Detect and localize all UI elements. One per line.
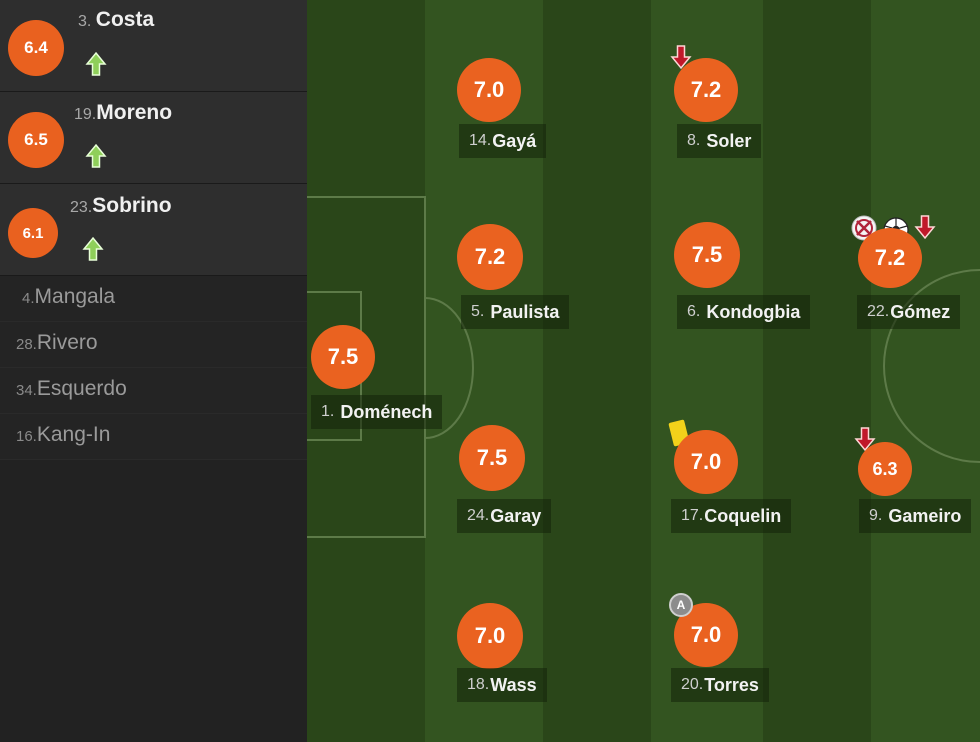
player-name-label: 24. Garay [457, 499, 552, 533]
player-name-label: 22. Gómez [857, 295, 961, 329]
pitch-markings [307, 196, 980, 538]
player-name-label: 8. Soler [677, 124, 762, 158]
player-label: 19.Moreno [74, 101, 172, 125]
player-name: Torres [704, 674, 759, 695]
player-name-label: 17. Coquelin [671, 499, 792, 533]
player-label: 3. Costa [78, 8, 154, 32]
rating-badge: 6.5 [8, 112, 64, 168]
player-name: Kondogbia [706, 301, 801, 322]
substitutes-panel: 6.4 3. Costa 6.5 19.Moreno 6.1 23.Sobrin… [0, 0, 307, 742]
player-name: Doménech [340, 401, 433, 422]
shirt-number: 14. [469, 132, 492, 149]
shirt-number: 9. [869, 507, 883, 524]
bench-row[interactable]: 16.Kang-In [0, 414, 307, 460]
rating-badge: 6.1 [8, 208, 58, 258]
player-name: Sobrino [92, 194, 172, 217]
substitute-row[interactable]: 6.1 23.Sobrino [0, 184, 307, 276]
player-name: Mangala [34, 285, 116, 308]
rating-badge: 7.0 [457, 603, 523, 669]
shirt-number: 1. [321, 403, 335, 420]
shirt-number: 20. [681, 676, 704, 693]
player-name: Moreno [96, 101, 173, 124]
pitch: 7.5 1. Doménech 7.0 14. Gayá 7.2 5. Pauli… [307, 0, 980, 742]
bench-row[interactable]: 34.Esquerdo [0, 368, 307, 414]
player-name: Gameiro [888, 505, 962, 526]
substitute-row[interactable]: 6.4 3. Costa [0, 0, 307, 92]
rating-badge: 7.5 [674, 222, 740, 288]
shirt-number: 16. [16, 428, 37, 445]
shirt-number: 22. [867, 303, 890, 320]
bench-row[interactable]: 4.Mangala [0, 276, 307, 322]
player-name: Rivero [36, 331, 98, 354]
player-name-label: 1. Doménech [311, 395, 443, 429]
shirt-number: 8. [687, 132, 701, 149]
substitute-row[interactable]: 6.5 19.Moreno [0, 92, 307, 184]
sub-out-arrow-icon [914, 215, 936, 240]
player-name-label: 20. Torres [671, 668, 769, 702]
shirt-number: 19. [74, 106, 97, 123]
shirt-number: 28. [16, 336, 37, 353]
player-name: Gómez [890, 301, 951, 322]
shirt-number: 23. [70, 199, 93, 216]
sub-in-arrow-icon [85, 143, 107, 168]
sub-in-arrow-icon [82, 236, 104, 261]
player-name: Wass [490, 674, 537, 695]
shirt-number: 5. [471, 303, 485, 320]
player-name-label: 5. Paulista [461, 295, 570, 329]
player-name: Kang-In [36, 423, 111, 446]
player-name: Garay [490, 505, 542, 526]
shirt-number: 18. [467, 676, 490, 693]
shirt-number: 4. [22, 290, 35, 307]
rating-badge: 7.0 [674, 430, 738, 494]
player-name-label: 9. Gameiro [859, 499, 972, 533]
rating-badge: 7.2 [457, 224, 523, 290]
player-name-label: 6. Kondogbia [677, 295, 811, 329]
player-name: Gayá [492, 130, 537, 151]
shirt-number: 34. [16, 382, 37, 399]
rating-badge: 6.3 [858, 442, 912, 496]
rating-badge: 7.5 [459, 425, 525, 491]
rating-badge: 7.2 [674, 58, 738, 122]
player-label: 4.Mangala [22, 285, 115, 309]
player-label: 16.Kang-In [16, 423, 110, 447]
player-name: Costa [95, 8, 155, 31]
player-name: Coquelin [704, 505, 782, 526]
rating-badge: 7.2 [858, 228, 922, 288]
sub-in-arrow-icon [85, 51, 107, 76]
shirt-number: 3. [78, 13, 92, 30]
shirt-number: 17. [681, 507, 704, 524]
captain-badge-icon: A [669, 593, 693, 617]
player-name: Soler [706, 130, 752, 151]
rating-badge: 6.4 [8, 20, 64, 76]
player-label: 23.Sobrino [70, 194, 172, 218]
shirt-number: 24. [467, 507, 490, 524]
rating-badge: 7.0 [457, 58, 521, 122]
player-name-label: 14. Gayá [459, 124, 547, 158]
player-name: Esquerdo [36, 377, 127, 400]
player-name: Paulista [490, 301, 560, 322]
player-name-label: 18. Wass [457, 668, 547, 702]
player-label: 28.Rivero [16, 331, 98, 355]
shirt-number: 6. [687, 303, 701, 320]
player-label: 34.Esquerdo [16, 377, 127, 401]
bench-row[interactable]: 28.Rivero [0, 322, 307, 368]
rating-badge: 7.5 [311, 325, 375, 389]
